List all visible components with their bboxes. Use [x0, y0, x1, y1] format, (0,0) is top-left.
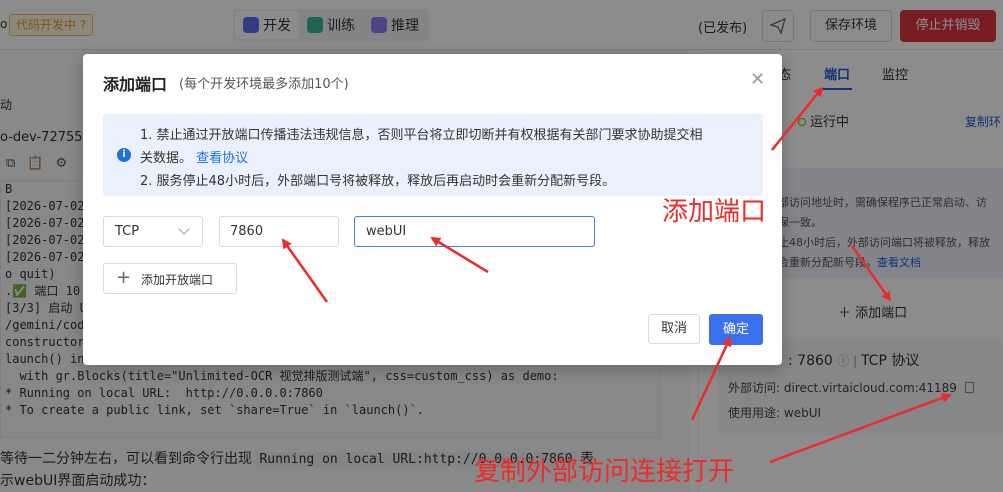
arrow-to-add-port [850, 245, 892, 302]
arrow-to-confirm [690, 336, 732, 421]
arrow-to-port-input [281, 238, 329, 303]
arrow-to-external-url [769, 393, 952, 464]
annotation-arrows [281, 86, 952, 464]
arrow-to-usage-input [430, 236, 489, 274]
annotation-copy-link: 复制外部访问连接打开 [474, 457, 735, 487]
arrow-to-ports-tab [771, 86, 824, 151]
annotation-add-port: 添加端口 [662, 197, 767, 227]
